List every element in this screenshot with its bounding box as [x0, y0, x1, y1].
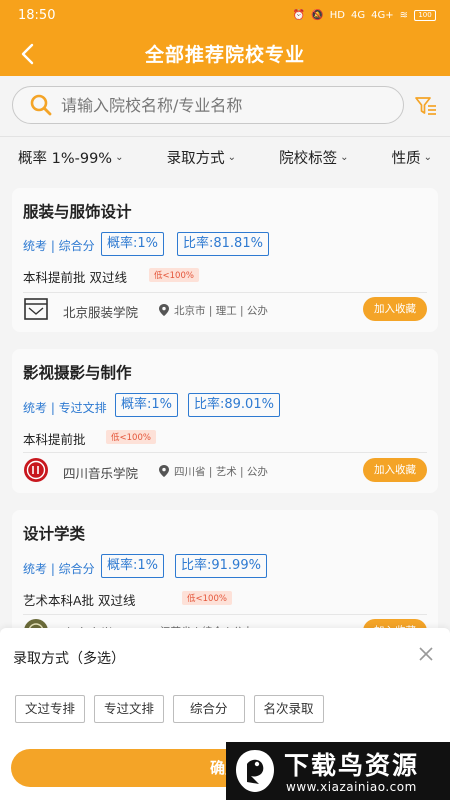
- search-box[interactable]: [12, 86, 404, 124]
- filter-admission-method[interactable]: 录取方式 ⌄: [167, 147, 236, 168]
- location-pin-icon: [159, 465, 169, 477]
- major-card[interactable]: 服装与服饰设计 统考 | 综合分 概率:1% 比率:81.81% 本科提前批 双…: [12, 188, 438, 332]
- option-chip[interactable]: 名次录取: [253, 695, 324, 723]
- low-badge: 低<100%: [182, 591, 232, 605]
- watermark-text: 下载鸟资源: [284, 751, 420, 780]
- add-favorite-button[interactable]: 加入收藏: [363, 458, 427, 482]
- major-card[interactable]: 影视摄影与制作 统考 | 专过文排 概率:1% 比率:89.01% 本科提前批 …: [12, 349, 438, 493]
- ratio-box: 比率:81.81%: [177, 232, 269, 256]
- batch-text: 艺术本科A批 双过线: [23, 593, 136, 608]
- mute-icon: 🔕: [311, 9, 324, 21]
- close-icon[interactable]: [418, 646, 434, 662]
- filter-nature[interactable]: 性质 ⌄: [392, 147, 432, 168]
- option-chip[interactable]: 专过文排: [94, 695, 165, 723]
- option-list: 文过专排 专过文排 综合分 名次录取: [15, 695, 324, 723]
- page-title: 全部推荐院校专业: [144, 43, 305, 66]
- low-badge: 低<100%: [149, 268, 199, 282]
- sheet-title: 录取方式（多选）: [13, 651, 125, 667]
- network-label-1: 4G: [350, 9, 366, 21]
- admission-type: 统考 | 专过文排: [23, 401, 107, 415]
- chevron-down-icon: ⌄: [340, 152, 349, 163]
- wifi-icon: ≋: [399, 9, 408, 21]
- search-icon: [30, 94, 52, 116]
- bird-logo-icon: [236, 750, 274, 792]
- filter-label: 录取方式: [166, 151, 225, 167]
- watermark: 下载鸟资源 www.xiazainiao.com: [226, 742, 450, 800]
- divider: [23, 614, 427, 615]
- back-arrow-icon[interactable]: [14, 40, 42, 68]
- network-label-2: 4G+: [371, 9, 394, 21]
- ratio-box: 比率:91.99%: [175, 554, 267, 578]
- school-logo-icon: [24, 458, 48, 482]
- chevron-down-icon: ⌄: [423, 152, 432, 163]
- school-meta: 北京市 | 理工 | 公办: [174, 305, 268, 317]
- major-card[interactable]: 设计学类 统考 | 综合分 概率:1% 比率:91.99% 艺术本科A批 双过线…: [12, 510, 438, 643]
- battery-icon: 100: [414, 9, 436, 21]
- major-title: 影视摄影与制作: [23, 364, 132, 382]
- filter-school-tag[interactable]: 院校标签 ⌄: [279, 147, 348, 168]
- app-header: 全部推荐院校专业: [0, 30, 450, 76]
- filter-label: 概率 1%-99%: [18, 151, 113, 167]
- divider: [23, 452, 427, 453]
- option-chip[interactable]: 综合分: [173, 695, 245, 723]
- batch-text: 本科提前批 双过线: [23, 270, 127, 285]
- filter-label: 院校标签: [279, 151, 338, 167]
- status-time: 18:50: [18, 7, 56, 23]
- filter-probability[interactable]: 概率 1%-99% ⌄: [18, 147, 123, 168]
- admission-type: 统考 | 综合分: [23, 562, 95, 576]
- low-badge: 低<100%: [106, 430, 156, 444]
- hd-icon: HD: [329, 9, 345, 21]
- school-name[interactable]: 北京服装学院: [63, 302, 138, 321]
- divider: [23, 292, 427, 293]
- watermark-url: www.xiazainiao.com: [286, 780, 417, 794]
- school-meta: 四川省 | 艺术 | 公办: [174, 466, 268, 478]
- major-title: 设计学类: [23, 525, 86, 543]
- probability-box: 概率:1%: [115, 393, 179, 417]
- location-pin-icon: [159, 304, 169, 316]
- search-row: [0, 76, 450, 134]
- status-icons: ⏰ 🔕 HD 4G 4G+ ≋ 100: [292, 9, 436, 21]
- chevron-down-icon: ⌄: [115, 152, 124, 163]
- filter-label: 性质: [391, 151, 421, 167]
- status-bar: 18:50 ⏰ 🔕 HD 4G 4G+ ≋ 100: [0, 0, 450, 30]
- ratio-box: 比率:89.01%: [188, 393, 280, 417]
- alarm-icon: ⏰: [292, 9, 306, 21]
- chevron-down-icon: ⌄: [227, 152, 236, 163]
- probability-box: 概率:1%: [101, 554, 165, 578]
- probability-box: 概率:1%: [101, 232, 165, 256]
- filter-icon[interactable]: [414, 94, 438, 118]
- admission-type: 统考 | 综合分: [23, 239, 95, 253]
- filter-bar: 概率 1%-99% ⌄ 录取方式 ⌄ 院校标签 ⌄ 性质 ⌄: [0, 136, 450, 178]
- school-name[interactable]: 四川音乐学院: [63, 463, 138, 482]
- add-favorite-button[interactable]: 加入收藏: [363, 297, 427, 321]
- major-title: 服装与服饰设计: [23, 203, 132, 221]
- option-chip[interactable]: 文过专排: [15, 695, 86, 723]
- search-input[interactable]: [61, 95, 381, 115]
- batch-text: 本科提前批: [23, 432, 86, 447]
- school-logo-icon: [24, 298, 48, 320]
